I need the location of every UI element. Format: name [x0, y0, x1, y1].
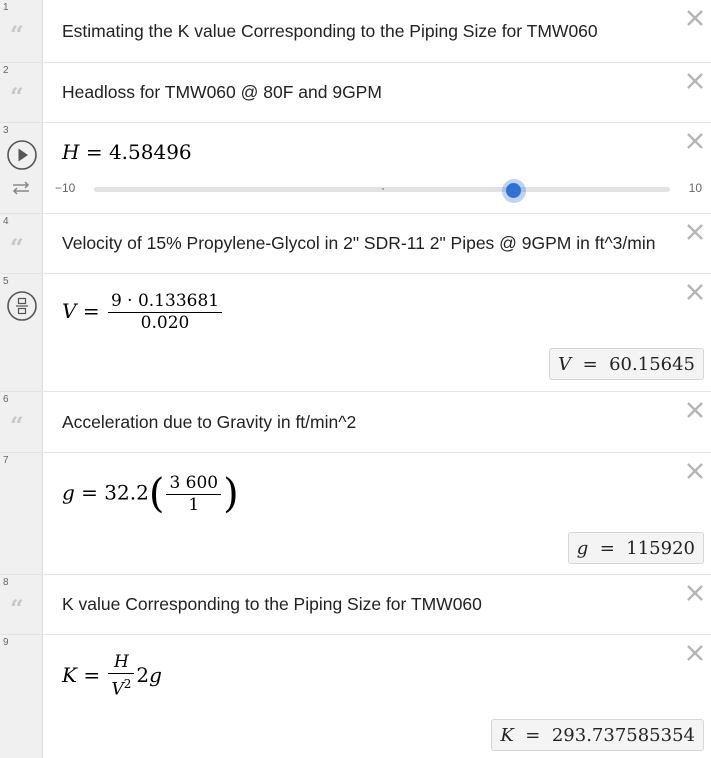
note-text[interactable]: K value Corresponding to the Piping Size… — [62, 594, 482, 615]
result-variable: g — [576, 538, 589, 559]
left-paren: ( — [148, 471, 165, 517]
close-icon[interactable] — [685, 282, 705, 302]
result-value: 115920 — [626, 538, 695, 559]
quote-icon: “ — [10, 82, 24, 111]
equals-sign: = — [82, 299, 100, 323]
quote-icon: “ — [10, 233, 24, 262]
expression-list: 1 “ Estimating the K value Corresponding… — [0, 0, 711, 758]
slider-track[interactable] — [94, 179, 670, 203]
quote-icon: “ — [10, 20, 24, 49]
row-number: 5 — [3, 276, 9, 287]
row-gutter[interactable]: 3 — [0, 123, 43, 213]
row-number: 4 — [3, 216, 9, 227]
row-gutter[interactable]: 2 “ — [0, 63, 43, 122]
denominator: 0.020 — [107, 312, 223, 334]
row-gutter[interactable]: 7 — [0, 453, 43, 574]
variable: V — [62, 299, 77, 323]
slider-max-label[interactable]: 10 — [689, 181, 702, 195]
expression-math[interactable]: g = 32.2( 3 600 1 ) — [62, 471, 239, 517]
close-icon[interactable] — [685, 583, 705, 603]
fraction: 9 · 0.133681 0.020 — [107, 291, 223, 334]
quote-icon: “ — [10, 594, 24, 623]
row-gutter[interactable]: 5 — [0, 274, 43, 391]
numerator: 9 · 0.133681 — [110, 291, 220, 311]
close-icon[interactable] — [685, 8, 705, 28]
close-icon[interactable] — [685, 461, 705, 481]
play-icon[interactable] — [6, 139, 38, 171]
fraction: H V2 — [108, 652, 135, 701]
evaluation-result: g = 115920 — [567, 532, 704, 564]
evaluation-result: K = 293.737585354 — [491, 719, 704, 751]
result-variable: V — [558, 354, 572, 375]
slider-zero-tick — [382, 188, 384, 190]
row-gutter[interactable]: 6 “ — [0, 392, 43, 452]
coefficient: 32.2 — [104, 480, 149, 505]
close-icon[interactable] — [685, 400, 705, 420]
fraction-toggle-icon[interactable] — [6, 290, 38, 322]
result-value: 60.15645 — [609, 354, 695, 375]
variable: K — [62, 662, 77, 687]
close-icon[interactable] — [685, 131, 705, 151]
right-paren: ) — [223, 471, 239, 517]
slider-handle-dot — [506, 183, 522, 198]
denominator-exponent: 2 — [123, 677, 132, 691]
note-row-8[interactable]: 8 “ K value Corresponding to the Piping … — [0, 575, 711, 635]
result-value: 293.737585354 — [551, 725, 695, 746]
repeat-icon[interactable] — [11, 181, 31, 195]
expression-row-3[interactable]: 3 H = 4.58496 −10 10 — [0, 123, 711, 214]
row-number: 8 — [3, 577, 9, 588]
result-equals: = — [525, 725, 541, 746]
note-row-1[interactable]: 1 “ Estimating the K value Corresponding… — [0, 0, 711, 63]
slider-value: 4.58496 — [108, 140, 192, 164]
numerator: 3 600 — [169, 472, 219, 493]
expression-row-9[interactable]: 9 K = H V2 2g K = 293.737585354 — [0, 635, 711, 758]
note-text[interactable]: Acceleration due to Gravity in ft/min^2 — [62, 412, 356, 433]
equals-sign: = — [83, 662, 101, 687]
note-text[interactable]: Estimating the K value Corresponding to … — [62, 21, 598, 42]
evaluation-result: V = 60.15645 — [549, 348, 704, 380]
expression-row-5[interactable]: 5 V = 9 · 0.133681 0.020 V = 60.15645 — [0, 274, 711, 392]
expression-row-7[interactable]: 7 g = 32.2( 3 600 1 ) g = 115920 — [0, 453, 711, 575]
equals-sign: = — [85, 140, 103, 164]
denominator: 1 — [166, 493, 222, 516]
note-row-4[interactable]: 4 “ Velocity of 15% Propylene-Glycol in … — [0, 214, 711, 274]
result-equals: = — [582, 354, 598, 375]
numerator: H — [113, 652, 129, 672]
row-gutter[interactable]: 9 — [0, 635, 43, 758]
row-gutter[interactable]: 8 “ — [0, 575, 43, 634]
note-text[interactable]: Velocity of 15% Propylene-Glycol in 2" S… — [62, 233, 655, 254]
result-equals: = — [599, 538, 615, 559]
expression-math[interactable]: V = 9 · 0.133681 0.020 — [62, 291, 224, 334]
row-gutter[interactable]: 4 “ — [0, 214, 43, 273]
result-variable: K — [500, 725, 514, 746]
note-row-2[interactable]: 2 “ Headloss for TMW060 @ 80F and 9GPM — [0, 63, 711, 123]
denominator-base: V — [111, 679, 124, 700]
row-number: 9 — [3, 637, 9, 648]
row-number: 1 — [3, 2, 9, 13]
row-number: 3 — [3, 125, 9, 136]
close-icon[interactable] — [685, 71, 705, 91]
tail-variable: g — [149, 662, 162, 687]
equals-sign: = — [81, 480, 98, 505]
quote-icon: “ — [10, 411, 24, 440]
variable: g — [62, 480, 75, 505]
close-icon[interactable] — [685, 643, 705, 663]
expression-math[interactable]: K = H V2 2g — [62, 652, 162, 701]
row-gutter[interactable]: 1 “ — [0, 0, 43, 62]
row-number: 7 — [3, 455, 9, 466]
expression-math[interactable]: H = 4.58496 — [62, 140, 192, 164]
denominator: V2 — [108, 673, 135, 701]
note-row-6[interactable]: 6 “ Acceleration due to Gravity in ft/mi… — [0, 392, 711, 453]
slider-handle[interactable] — [502, 179, 527, 203]
slider-min-label[interactable]: −10 — [55, 181, 75, 195]
note-text[interactable]: Headloss for TMW060 @ 80F and 9GPM — [62, 82, 382, 103]
row-number: 2 — [3, 65, 9, 76]
fraction: 3 600 1 — [166, 472, 222, 516]
tail-coefficient: 2 — [136, 662, 150, 687]
variable: H — [62, 140, 80, 164]
close-icon[interactable] — [685, 222, 705, 242]
row-number: 6 — [3, 394, 9, 405]
